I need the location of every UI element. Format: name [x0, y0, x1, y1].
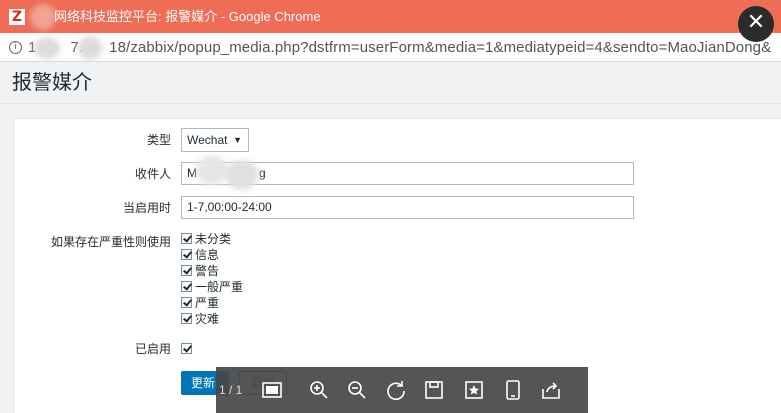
page-header: 报警媒介	[0, 62, 781, 104]
when-active-label: 当启用时	[122, 201, 171, 215]
image-counter: 1 / 1	[219, 383, 243, 397]
image-viewer-toolbar: 1 / 1	[216, 367, 588, 413]
enabled-checkbox[interactable]	[181, 343, 192, 355]
rotate-icon[interactable]	[384, 378, 408, 402]
zoom-in-icon[interactable]	[307, 378, 331, 402]
blurred-region	[196, 155, 228, 185]
checkbox[interactable]	[181, 249, 192, 261]
severity-high[interactable]: 严重	[181, 295, 219, 310]
save-icon[interactable]	[422, 378, 446, 402]
recipient-label: 收件人	[134, 167, 171, 181]
window-titlebar: Z 网络科技监控平台: 报警媒介 - Google Chrome	[0, 0, 781, 33]
site-info-icon[interactable]: i	[9, 41, 22, 54]
blurred-region	[78, 36, 102, 60]
page-title: 报警媒介	[12, 72, 92, 94]
url-text[interactable]: 1 7. 18/zabbix/popup_media.php?dstfrm=user…	[28, 39, 771, 57]
blurred-region	[30, 4, 56, 30]
type-select[interactable]: Wechat ▼	[181, 128, 249, 152]
when-active-input[interactable]: 1-7,00:00-24:00	[181, 196, 634, 219]
severity-label: 如果存在严重性则使用	[50, 235, 171, 249]
window-title: 网络科技监控平台: 报警媒介 - Google Chrome	[54, 9, 321, 24]
blurred-region	[34, 37, 60, 59]
address-bar[interactable]: i 1 7. 18/zabbix/popup_media.php?dstfrm=us…	[0, 33, 781, 62]
share-icon[interactable]	[539, 378, 563, 402]
severity-information[interactable]: 信息	[181, 247, 219, 262]
checkbox[interactable]	[181, 313, 192, 325]
severity-not-classified[interactable]: 未分类	[181, 231, 231, 246]
close-icon[interactable]: ✕	[738, 6, 774, 42]
checkbox[interactable]	[181, 233, 192, 245]
fit-screen-icon[interactable]	[260, 378, 284, 402]
severity-warning[interactable]: 警告	[181, 263, 219, 278]
checkbox[interactable]	[181, 281, 192, 293]
chevron-down-icon: ▼	[233, 135, 242, 145]
zabbix-app-icon: Z	[9, 9, 25, 25]
type-select-value: Wechat	[187, 133, 228, 147]
enabled-checkbox-row[interactable]	[181, 341, 195, 356]
enabled-label: 已启用	[134, 342, 171, 356]
phone-icon[interactable]	[501, 378, 525, 402]
checkbox[interactable]	[181, 265, 192, 277]
severity-average[interactable]: 一般严重	[181, 279, 243, 294]
severity-disaster[interactable]: 灾难	[181, 311, 219, 326]
blurred-region	[225, 160, 259, 190]
checkbox[interactable]	[181, 297, 192, 309]
zoom-out-icon[interactable]	[345, 378, 369, 402]
type-label: 类型	[146, 133, 171, 147]
bookmark-star-icon[interactable]	[462, 378, 486, 402]
